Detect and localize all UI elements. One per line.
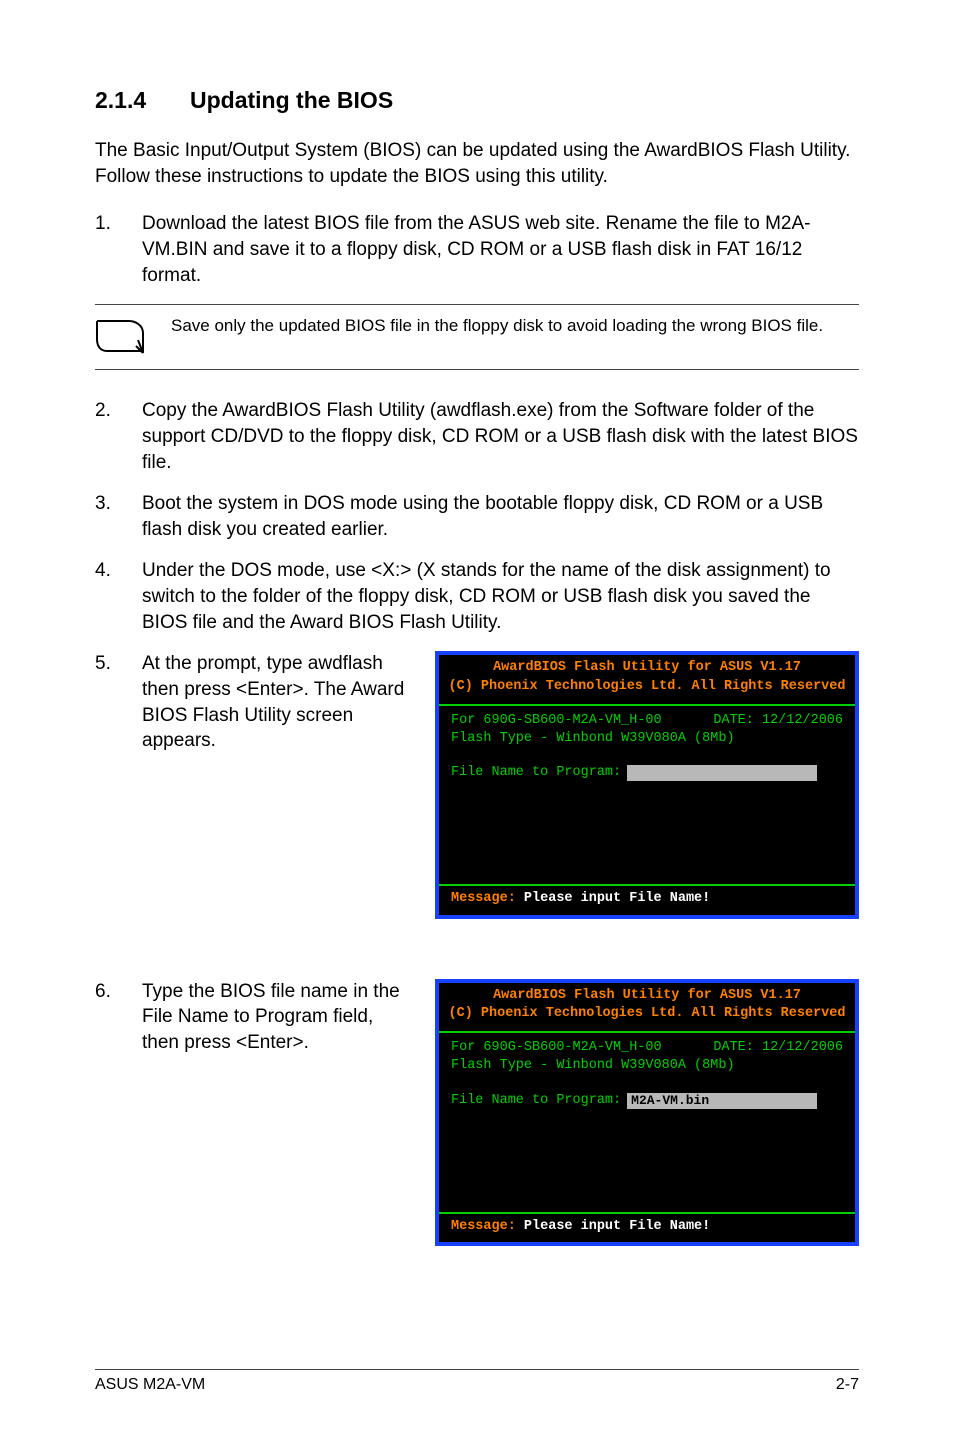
section-title: Updating the BIOS — [190, 85, 393, 116]
bios-flash-screen: AwardBIOS Flash Utility for ASUS V1.17 (… — [435, 979, 859, 1246]
divider — [439, 884, 855, 886]
bios-copyright: (C) Phoenix Technologies Ltd. All Rights… — [447, 678, 847, 696]
step-number: 1. — [95, 211, 142, 288]
step-number: 4. — [95, 558, 142, 635]
step-number: 3. — [95, 491, 142, 542]
step-text: Copy the AwardBIOS Flash Utility (awdfla… — [142, 398, 859, 475]
bios-message-text: Please input File Name! — [516, 891, 710, 906]
divider — [439, 704, 855, 706]
step-4: 4. Under the DOS mode, use <X:> (X stand… — [95, 558, 859, 635]
step-text: Type the BIOS file name in the File Name… — [142, 979, 405, 1056]
section-heading: 2.1.4 Updating the BIOS — [95, 85, 859, 116]
bios-flash-type: Flash Type - Winbond W39V080A (8Mb) — [451, 730, 843, 748]
step-1: 1. Download the latest BIOS file from th… — [95, 211, 859, 288]
bios-title: AwardBIOS Flash Utility for ASUS V1.17 — [447, 659, 847, 677]
bios-filename-field: M2A-VM.bin — [627, 1093, 817, 1109]
step-text: Boot the system in DOS mode using the bo… — [142, 491, 859, 542]
divider — [439, 1031, 855, 1033]
step-6: 6. Type the BIOS file name in the File N… — [95, 979, 405, 1056]
step-2: 2. Copy the AwardBIOS Flash Utility (awd… — [95, 398, 859, 475]
bios-message-label: Message: — [451, 1219, 516, 1234]
bios-title: AwardBIOS Flash Utility for ASUS V1.17 — [447, 987, 847, 1005]
bios-message-label: Message: — [451, 891, 516, 906]
step-text: At the prompt, type awdflash then press … — [142, 651, 405, 754]
divider — [95, 369, 859, 370]
step-text: Download the latest BIOS file from the A… — [142, 211, 859, 288]
bios-flash-type: Flash Type - Winbond W39V080A (8Mb) — [451, 1057, 843, 1075]
divider — [439, 1212, 855, 1214]
step-number: 6. — [95, 979, 142, 1056]
bios-prompt-label: File Name to Program: — [451, 1092, 621, 1110]
bios-info-date: DATE: 12/12/2006 — [713, 1039, 843, 1057]
step-3: 3. Boot the system in DOS mode using the… — [95, 491, 859, 542]
bios-prompt-label: File Name to Program: — [451, 764, 621, 782]
bios-flash-screen: AwardBIOS Flash Utility for ASUS V1.17 (… — [435, 651, 859, 918]
note-block: Save only the updated BIOS file in the f… — [95, 304, 859, 370]
bios-info-left: For 690G-SB600-M2A-VM_H-00 — [451, 1039, 662, 1057]
note-icon — [95, 315, 145, 355]
intro-paragraph: The Basic Input/Output System (BIOS) can… — [95, 138, 859, 189]
bios-filename-field — [627, 765, 817, 781]
page-footer: ASUS M2A-VM 2-7 — [95, 1374, 859, 1396]
footer-page-number: 2-7 — [836, 1374, 859, 1396]
step-number: 2. — [95, 398, 142, 475]
bios-info-date: DATE: 12/12/2006 — [713, 712, 843, 730]
footer-product: ASUS M2A-VM — [95, 1374, 205, 1396]
section-number: 2.1.4 — [95, 85, 190, 116]
bios-empty-area — [451, 786, 843, 876]
bios-empty-area — [451, 1114, 843, 1204]
step-text: Under the DOS mode, use <X:> (X stands f… — [142, 558, 859, 635]
step-number: 5. — [95, 651, 142, 754]
bios-copyright: (C) Phoenix Technologies Ltd. All Rights… — [447, 1005, 847, 1023]
footer-divider — [95, 1369, 859, 1370]
bios-info-left: For 690G-SB600-M2A-VM_H-00 — [451, 712, 662, 730]
bios-message-text: Please input File Name! — [516, 1219, 710, 1234]
note-text: Save only the updated BIOS file in the f… — [171, 315, 859, 338]
step-5: 5. At the prompt, type awdflash then pre… — [95, 651, 405, 754]
